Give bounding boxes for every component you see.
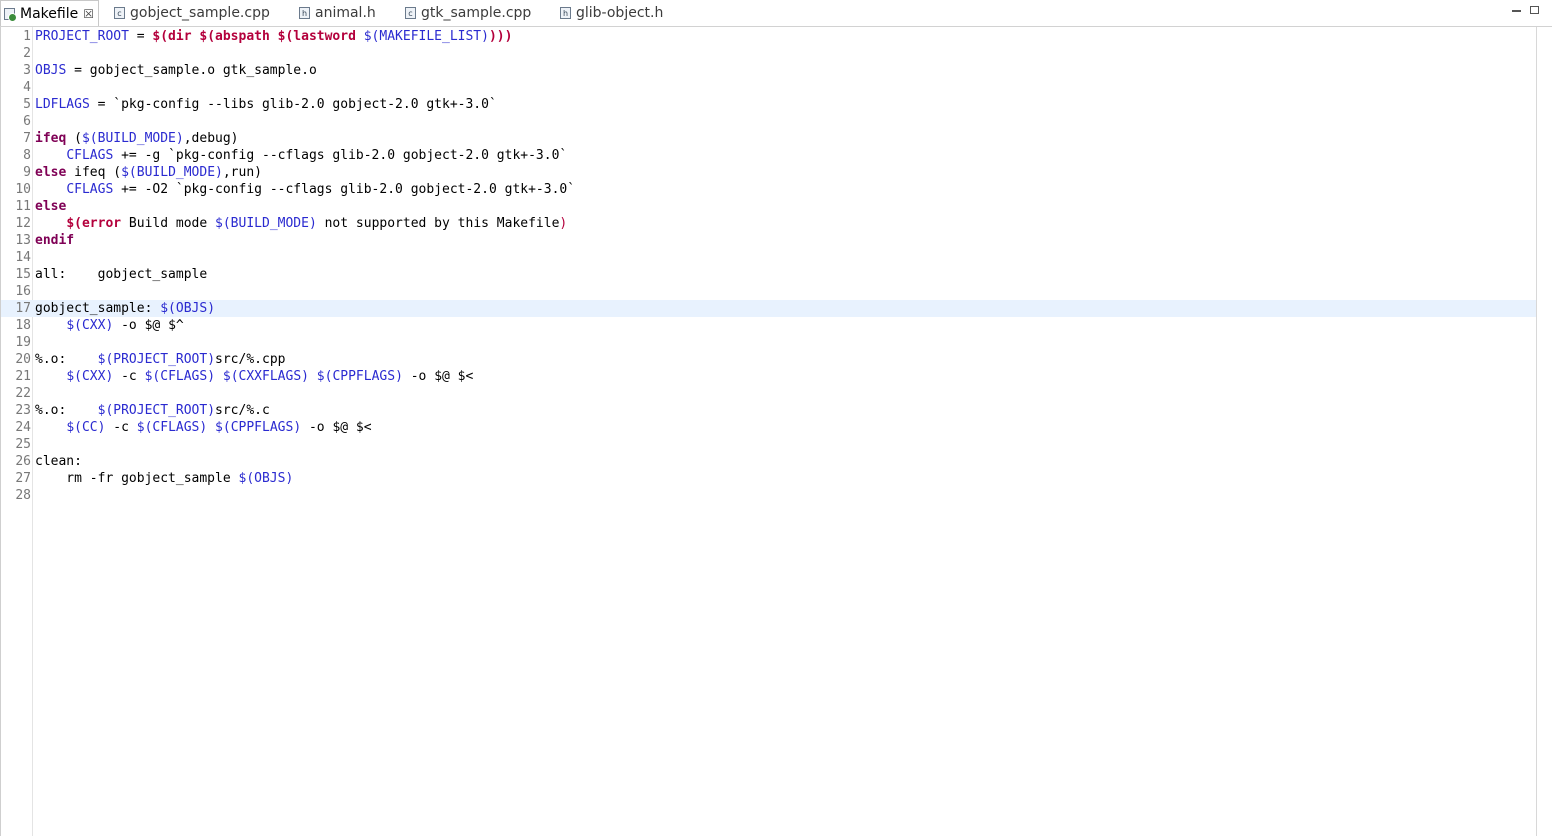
code-line[interactable]: 11 else bbox=[1, 198, 1537, 215]
header-file-icon: h bbox=[299, 7, 310, 19]
tab-label: gobject_sample.cpp bbox=[130, 5, 270, 21]
line-text: %.o: $(PROJECT_ROOT)src/%.cpp bbox=[35, 352, 286, 367]
tab-label: animal.h bbox=[315, 5, 376, 21]
line-text: endif bbox=[35, 233, 75, 248]
line-text: ifeq ($(BUILD_MODE),debug) bbox=[35, 131, 239, 146]
line-number: 17 bbox=[15, 301, 31, 316]
line-text: gobject_sample: $(OBJS) bbox=[35, 301, 216, 316]
makefile-icon bbox=[4, 7, 17, 22]
code-line[interactable]: 25 bbox=[1, 436, 1537, 453]
line-number: 14 bbox=[15, 250, 31, 265]
line-number: 23 bbox=[15, 403, 31, 418]
line-number: 25 bbox=[15, 437, 31, 452]
line-number: 27 bbox=[15, 471, 31, 486]
line-number: 15 bbox=[15, 267, 31, 282]
code-line[interactable]: 8 CFLAGS += -g `pkg-config --cflags glib… bbox=[1, 147, 1537, 164]
code-line[interactable]: 3 OBJS = gobject_sample.o gtk_sample.o bbox=[1, 62, 1537, 79]
line-text: $(error Build mode $(BUILD_MODE) not sup… bbox=[66, 216, 568, 231]
code-line[interactable]: 26 clean: bbox=[1, 453, 1537, 470]
line-number: 19 bbox=[15, 335, 31, 350]
code-line[interactable]: 10 CFLAGS += -O2 `pkg-config --cflags gl… bbox=[1, 181, 1537, 198]
line-number: 7 bbox=[23, 131, 31, 146]
code-line[interactable]: 28 bbox=[1, 487, 1537, 504]
code-line[interactable]: 27 rm -fr gobject_sample $(OBJS) bbox=[1, 470, 1537, 487]
line-number: 8 bbox=[23, 148, 31, 163]
cpp-file-icon: c bbox=[405, 7, 416, 19]
tab-glib-object-h[interactable]: h glib-object.h bbox=[560, 0, 663, 26]
line-number: 10 bbox=[15, 182, 31, 197]
line-text: $(CXX) -o $@ $^ bbox=[66, 318, 184, 333]
code-line[interactable]: 15 all: gobject_sample bbox=[1, 266, 1537, 283]
line-text: LDFLAGS = `pkg-config --libs glib-2.0 go… bbox=[35, 97, 497, 112]
code-line[interactable]: 4 bbox=[1, 79, 1537, 96]
code-line[interactable]: 17 gobject_sample: $(OBJS) bbox=[1, 300, 1537, 317]
line-number: 28 bbox=[15, 488, 31, 503]
code-line[interactable]: 16 bbox=[1, 283, 1537, 300]
line-number: 12 bbox=[15, 216, 31, 231]
code-line[interactable]: 22 bbox=[1, 385, 1537, 402]
vertical-scrollbar[interactable] bbox=[1536, 27, 1552, 836]
line-text: CFLAGS += -O2 `pkg-config --cflags glib-… bbox=[66, 182, 576, 197]
line-number: 20 bbox=[15, 352, 31, 367]
code-line[interactable]: 1 PROJECT_ROOT = $(dir $(abspath $(lastwo… bbox=[1, 28, 1537, 45]
code-editor[interactable]: 1 PROJECT_ROOT = $(dir $(abspath $(lastwo… bbox=[0, 27, 1537, 836]
code-line[interactable]: 6 bbox=[1, 113, 1537, 130]
line-text: $(CXX) -c $(CFLAGS) $(CXXFLAGS) $(CPPFLA… bbox=[66, 369, 474, 384]
line-number: 16 bbox=[15, 284, 31, 299]
header-file-icon: h bbox=[560, 7, 571, 19]
close-icon[interactable]: ☒ bbox=[83, 7, 94, 21]
code-line[interactable]: 20 %.o: $(PROJECT_ROOT)src/%.cpp bbox=[1, 351, 1537, 368]
code-line[interactable]: 9 else ifeq ($(BUILD_MODE),run) bbox=[1, 164, 1537, 181]
tab-animal-h[interactable]: h animal.h bbox=[299, 0, 376, 26]
code-line[interactable]: 13 endif bbox=[1, 232, 1537, 249]
tab-gobject-sample-cpp[interactable]: c gobject_sample.cpp bbox=[114, 0, 270, 26]
line-number: 26 bbox=[15, 454, 31, 469]
line-number: 2 bbox=[23, 46, 31, 61]
line-text: CFLAGS += -g `pkg-config --cflags glib-2… bbox=[66, 148, 568, 163]
cpp-file-icon: c bbox=[114, 7, 125, 19]
line-text: %.o: $(PROJECT_ROOT)src/%.c bbox=[35, 403, 270, 418]
code-line[interactable]: 12 $(error Build mode $(BUILD_MODE) not … bbox=[1, 215, 1537, 232]
code-line[interactable]: 7 ifeq ($(BUILD_MODE),debug) bbox=[1, 130, 1537, 147]
line-text: else bbox=[35, 199, 67, 214]
code-line[interactable]: 23 %.o: $(PROJECT_ROOT)src/%.c bbox=[1, 402, 1537, 419]
line-number: 4 bbox=[23, 80, 31, 95]
code-line[interactable]: 5 LDFLAGS = `pkg-config --libs glib-2.0 g… bbox=[1, 96, 1537, 113]
line-number: 6 bbox=[23, 114, 31, 129]
line-text: all: gobject_sample bbox=[35, 267, 208, 282]
maximize-icon[interactable] bbox=[1530, 6, 1539, 14]
tab-label: glib-object.h bbox=[576, 5, 664, 21]
tab-makefile[interactable]: Makefile ☒ bbox=[0, 0, 99, 26]
line-number: 3 bbox=[23, 63, 31, 78]
line-text: $(CC) -c $(CFLAGS) $(CPPFLAGS) -o $@ $< bbox=[66, 420, 372, 435]
line-number: 5 bbox=[23, 97, 31, 112]
tab-label: gtk_sample.cpp bbox=[421, 5, 532, 21]
line-number: 11 bbox=[15, 199, 31, 214]
line-number: 13 bbox=[15, 233, 31, 248]
code-line[interactable]: 21 $(CXX) -c $(CFLAGS) $(CXXFLAGS) $(CPP… bbox=[1, 368, 1537, 385]
tab-gtk-sample-cpp[interactable]: c gtk_sample.cpp bbox=[405, 0, 531, 26]
line-number: 22 bbox=[15, 386, 31, 401]
code-line[interactable]: 14 bbox=[1, 249, 1537, 266]
line-text: PROJECT_ROOT = $(dir $(abspath $(lastwor… bbox=[35, 29, 513, 44]
line-number: 21 bbox=[15, 369, 31, 384]
line-number: 9 bbox=[23, 165, 31, 180]
minimize-icon[interactable] bbox=[1512, 10, 1521, 12]
line-text: clean: bbox=[35, 454, 82, 469]
code-line[interactable]: 19 bbox=[1, 334, 1537, 351]
editor-tab-bar: Makefile ☒ c gobject_sample.cpp h animal… bbox=[0, 0, 1552, 27]
code-line[interactable]: 2 bbox=[1, 45, 1537, 62]
line-text: OBJS = gobject_sample.o gtk_sample.o bbox=[35, 63, 317, 78]
line-number: 1 bbox=[23, 29, 31, 44]
tab-label: Makefile bbox=[20, 5, 79, 22]
line-number: 18 bbox=[15, 318, 31, 333]
line-text: rm -fr gobject_sample $(OBJS) bbox=[35, 471, 294, 486]
code-line[interactable]: 24 $(CC) -c $(CFLAGS) $(CPPFLAGS) -o $@ … bbox=[1, 419, 1537, 436]
code-line[interactable]: 18 $(CXX) -o $@ $^ bbox=[1, 317, 1537, 334]
line-number: 24 bbox=[15, 420, 31, 435]
line-text: else ifeq ($(BUILD_MODE),run) bbox=[35, 165, 262, 180]
